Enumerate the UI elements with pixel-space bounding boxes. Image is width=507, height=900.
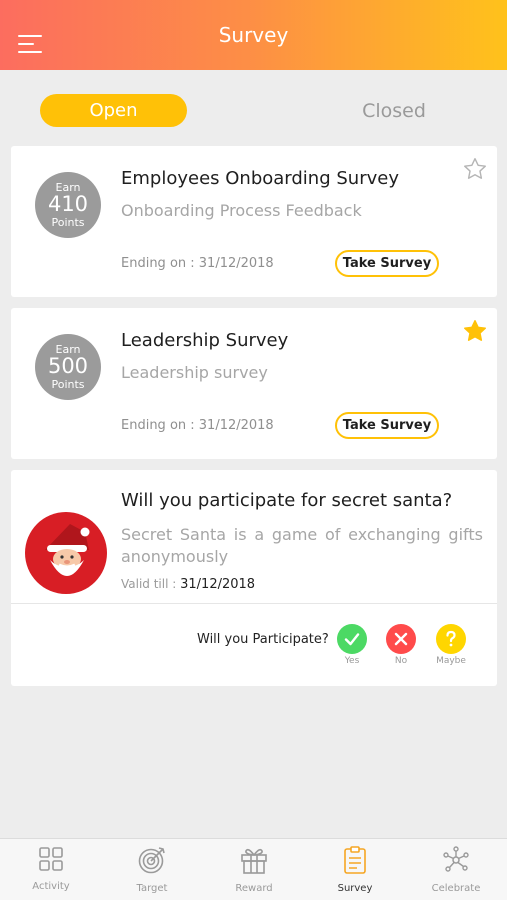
points-badge: Earn 410 Points	[35, 172, 101, 238]
survey-subtitle: Leadership survey	[121, 363, 268, 382]
gift-icon	[241, 848, 267, 874]
valid-label: Valid till :	[121, 577, 177, 591]
santa-icon	[25, 512, 107, 594]
yes-button[interactable]: Yes	[336, 624, 368, 666]
survey-ending-date: Ending on : 31/12/2018	[121, 256, 274, 271]
bottom-nav: Activity Target Reward Survey Celebrate	[0, 838, 507, 900]
survey-tabs: Open Closed	[0, 92, 507, 128]
maybe-label: Maybe	[436, 656, 466, 666]
valid-date: 31/12/2018	[180, 577, 256, 592]
maybe-button[interactable]: Maybe	[434, 624, 468, 666]
take-survey-button[interactable]: Take Survey	[335, 412, 439, 439]
nav-item-celebrate[interactable]: Celebrate	[416, 845, 496, 897]
survey-title: Leadership Survey	[121, 330, 289, 351]
take-survey-button[interactable]: Take Survey	[335, 250, 439, 277]
nav-item-activity[interactable]: Activity	[11, 845, 91, 897]
poll-description: Secret Santa is a game of exchanging gif…	[121, 525, 483, 566]
poll-title: Will you participate for secret santa?	[121, 490, 453, 511]
page-title: Survey	[218, 23, 289, 47]
grid-icon	[39, 847, 63, 871]
check-icon	[337, 624, 367, 654]
close-icon	[386, 624, 416, 654]
divider	[11, 603, 497, 604]
survey-ending-date: Ending on : 31/12/2018	[121, 418, 274, 433]
tab-closed[interactable]: Closed	[330, 94, 458, 127]
nav-item-survey[interactable]: Survey	[315, 845, 395, 897]
nav-item-reward[interactable]: Reward	[214, 845, 294, 897]
points-label: Points	[51, 378, 85, 391]
participate-question: Will you Participate?	[197, 632, 329, 647]
nav-label: Activity	[32, 881, 70, 892]
survey-card[interactable]: Earn 410 Points Employees Onboarding Sur…	[11, 146, 497, 297]
star-filled-icon[interactable]	[462, 318, 488, 344]
points-value: 500	[47, 354, 89, 378]
hamburger-menu-icon[interactable]	[18, 35, 44, 55]
survey-card[interactable]: Earn 500 Points Leadership Survey Leader…	[11, 308, 497, 459]
nav-label: Target	[136, 883, 168, 894]
points-badge: Earn 500 Points	[35, 334, 101, 400]
nav-item-target[interactable]: Target	[112, 845, 192, 897]
question-icon	[436, 624, 466, 654]
network-icon	[443, 846, 469, 872]
nav-label: Reward	[235, 883, 273, 894]
no-label: No	[394, 656, 408, 666]
survey-subtitle: Onboarding Process Feedback	[121, 201, 362, 220]
survey-title: Employees Onboarding Survey	[121, 168, 399, 189]
app-header: Survey	[0, 0, 507, 70]
star-outline-icon[interactable]	[462, 156, 488, 182]
tab-open[interactable]: Open	[40, 94, 187, 127]
no-button[interactable]: No	[385, 624, 417, 666]
poll-valid-till: Valid till : 31/12/2018	[121, 577, 255, 592]
points-value: 410	[47, 192, 89, 216]
yes-label: Yes	[344, 656, 360, 666]
target-icon	[138, 847, 165, 874]
clipboard-icon	[344, 846, 366, 874]
poll-card: Will you participate for secret santa? S…	[11, 470, 497, 686]
points-label: Points	[51, 216, 85, 229]
nav-label: Survey	[337, 883, 373, 894]
nav-label: Celebrate	[431, 883, 481, 894]
